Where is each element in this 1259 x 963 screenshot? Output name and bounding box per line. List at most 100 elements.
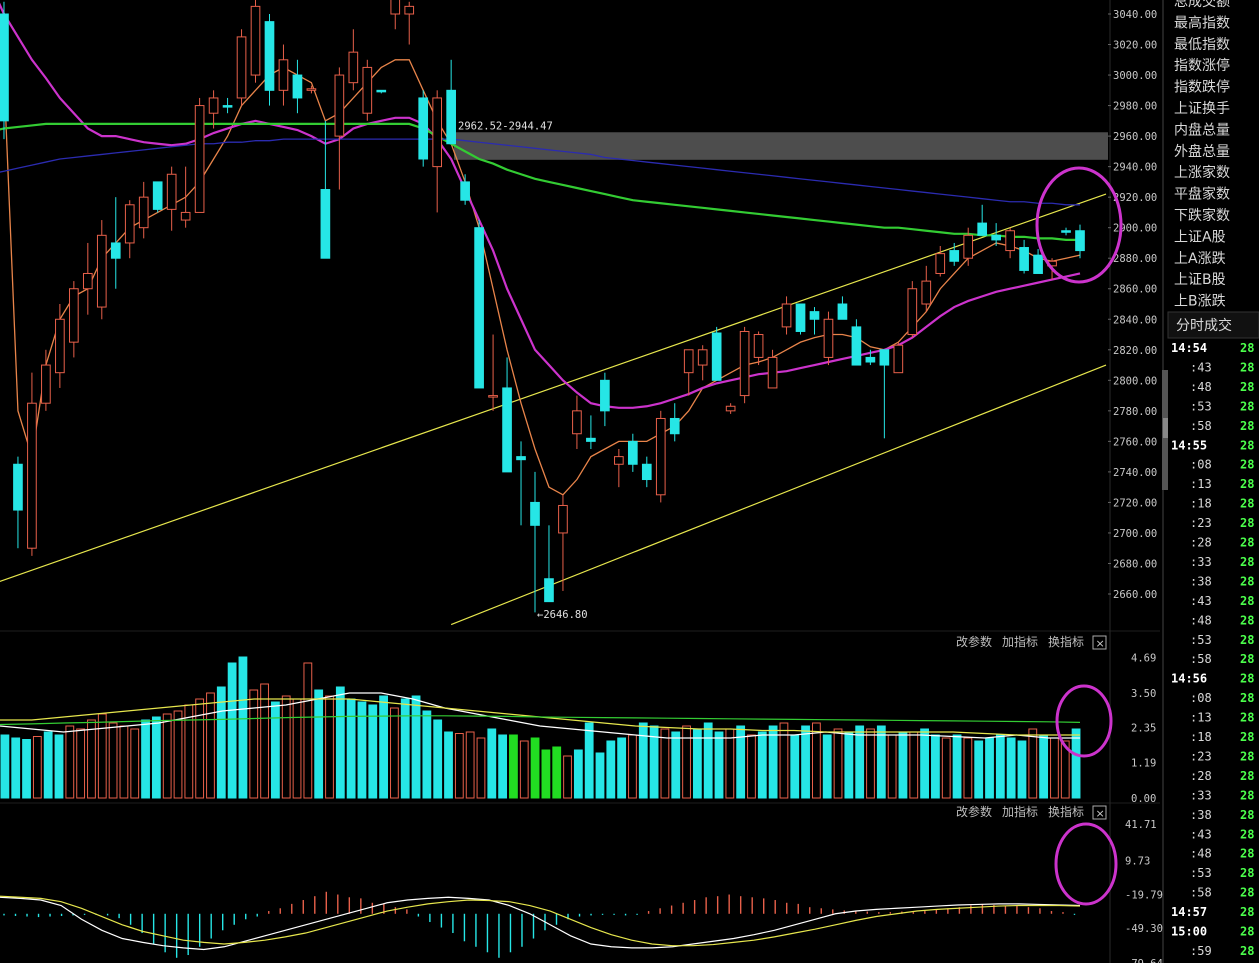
volume-bar: [801, 725, 810, 799]
volume-bar: [1028, 728, 1038, 799]
volume-bar: [584, 722, 594, 799]
macd-axis-tick: 41.71: [1125, 819, 1157, 831]
volume-bar: [130, 728, 140, 799]
trade-time: :28: [1190, 769, 1212, 783]
volume-bar: [346, 698, 356, 799]
price-axis-tick: 2700.00: [1113, 528, 1157, 540]
trade-time: :43: [1190, 360, 1212, 374]
candlestick: [893, 342, 904, 374]
volume-bar: [325, 695, 334, 799]
volume-axis-tick: 1.19: [1131, 757, 1156, 769]
volume-bar: [108, 722, 118, 799]
trade-price: 28: [1240, 594, 1254, 608]
price-axis-tick: 2880.00: [1113, 253, 1157, 265]
candle-body: [194, 105, 205, 213]
modify-params-button[interactable]: 改参数: [956, 634, 992, 649]
price-axis-tick: 3000.00: [1113, 70, 1157, 82]
candle-body: [292, 74, 303, 99]
volume-bar: [703, 722, 713, 799]
volume-bar: [444, 731, 453, 799]
trade-price: 28: [1240, 827, 1254, 841]
trade-price: 28: [1240, 497, 1254, 511]
volume-bar: [281, 695, 291, 799]
candle-body: [963, 234, 974, 259]
volume-bar: [822, 734, 832, 799]
volume-bar: [812, 722, 821, 799]
trade-time: :58: [1190, 886, 1212, 900]
trade-time: :58: [1190, 419, 1212, 433]
price-axis-tick: 2820.00: [1113, 345, 1157, 357]
trade-time: :48: [1190, 847, 1212, 861]
modify-params-button[interactable]: 改参数: [956, 804, 992, 819]
trade-price: 28: [1240, 613, 1254, 627]
candlestick: [0, 1, 9, 140]
volume-bar: [22, 739, 31, 799]
price-axis-tick: 2940.00: [1113, 162, 1157, 174]
candle-body: [893, 344, 904, 374]
volume-bar: [141, 719, 150, 799]
candle-body: [362, 66, 373, 114]
sidebar-stat-label: 最高指数: [1174, 14, 1230, 31]
candle-body: [1033, 254, 1043, 274]
candle-body: [264, 21, 275, 91]
macd-panel-controls: 改参数 加指标 换指标 ×: [956, 804, 1107, 820]
candlestick: [194, 97, 205, 213]
volume-bar: [995, 734, 1005, 799]
candle-body: [600, 379, 610, 412]
volume-bar: [1050, 737, 1059, 799]
candle-body: [166, 173, 177, 210]
candle-body: [306, 88, 317, 91]
candlestick: [418, 90, 429, 167]
volume-bar: [1006, 737, 1016, 799]
volume-bar: [833, 728, 843, 799]
add-indicator-button[interactable]: 加指标: [1002, 804, 1038, 819]
candle-body: [544, 578, 554, 603]
trade-price: 28: [1240, 380, 1254, 394]
volume-bar: [595, 752, 605, 799]
candle-body: [124, 204, 135, 244]
sidebar-stat-label: 平盘家数: [1174, 186, 1230, 203]
volume-bar: [184, 704, 194, 799]
price-axis-tick: 2780.00: [1113, 406, 1157, 418]
trade-price: 28: [1240, 399, 1254, 413]
volume-bar: [271, 701, 280, 799]
candle-body: [348, 51, 359, 84]
volume-panel-controls: 改参数 加指标 换指标 ×: [956, 634, 1107, 650]
sidebar-stat-label: 上B涨跌: [1174, 294, 1226, 310]
trade-price: 28: [1240, 711, 1254, 725]
volume-axis-tick: 2.35: [1131, 723, 1156, 735]
macd-axis-tick: -49.30: [1125, 923, 1163, 935]
price-axis-tick: 2840.00: [1113, 314, 1157, 326]
candle-body: [390, 0, 401, 15]
add-indicator-button[interactable]: 加指标: [1002, 634, 1038, 649]
volume-bar: [76, 728, 86, 799]
sidebar-scroll-handle[interactable]: [1163, 418, 1168, 438]
candlestick: [362, 59, 373, 121]
volume-bar: [54, 734, 64, 799]
trade-time: :43: [1190, 594, 1212, 608]
price-axis-tick: 2740.00: [1113, 467, 1157, 479]
volume-bar: [660, 728, 670, 799]
candle-body: [921, 280, 932, 305]
trade-price: 28: [1240, 691, 1254, 705]
sidebar-stat-label: 外盘总量: [1174, 143, 1230, 160]
resistance-zone-label: 2962.52-2944.47: [458, 120, 553, 132]
switch-indicator-button[interactable]: 换指标: [1048, 634, 1084, 649]
trade-price: 28: [1240, 458, 1254, 472]
switch-indicator-button[interactable]: 换指标: [1048, 804, 1084, 819]
candle-body: [795, 303, 806, 332]
trade-price: 28: [1240, 925, 1254, 939]
volume-bar: [1039, 734, 1049, 799]
candle-body: [711, 332, 722, 381]
volume-bar: [411, 695, 421, 799]
candlestick: [474, 220, 484, 389]
trade-price: 28: [1240, 341, 1254, 355]
candle-body: [41, 364, 51, 404]
volume-bar: [866, 728, 875, 799]
volume-bar: [714, 731, 724, 799]
volume-bar: [43, 731, 53, 799]
price-axis-tick: 2660.00: [1113, 589, 1157, 601]
trade-price: 28: [1240, 633, 1254, 647]
volume-bar: [617, 737, 627, 799]
resistance-zone: [454, 132, 1108, 160]
